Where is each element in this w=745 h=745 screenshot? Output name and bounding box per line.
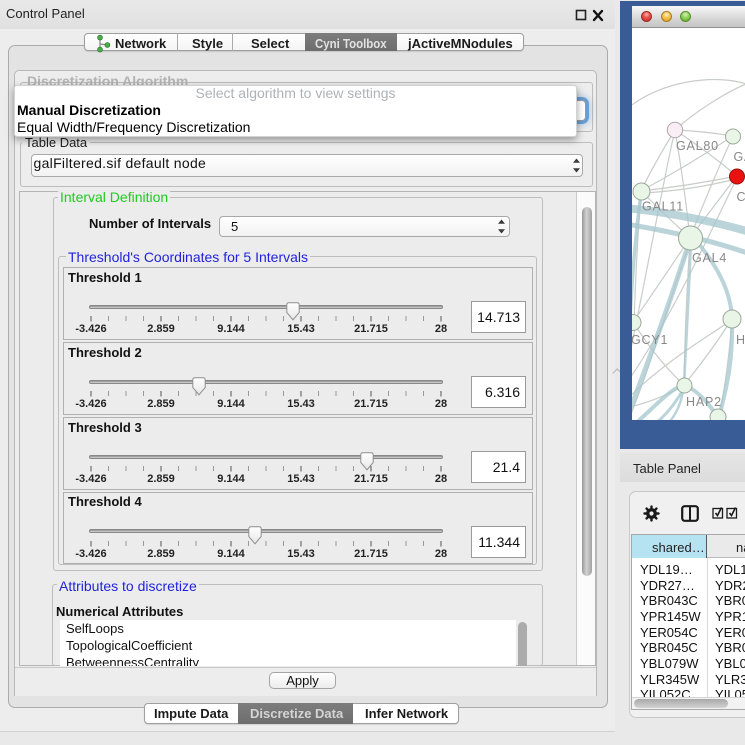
svg-text:GAL11: GAL11 — [642, 200, 684, 214]
svg-text:HAP2: HAP2 — [686, 395, 722, 409]
svg-text:H: H — [736, 333, 745, 347]
svg-text:GAL4: GAL4 — [692, 251, 727, 265]
svg-text:GCY1: GCY1 — [632, 333, 668, 347]
svg-text:GAL80: GAL80 — [676, 139, 719, 153]
svg-text:GA: GA — [734, 150, 745, 164]
svg-text:C: C — [737, 190, 745, 204]
